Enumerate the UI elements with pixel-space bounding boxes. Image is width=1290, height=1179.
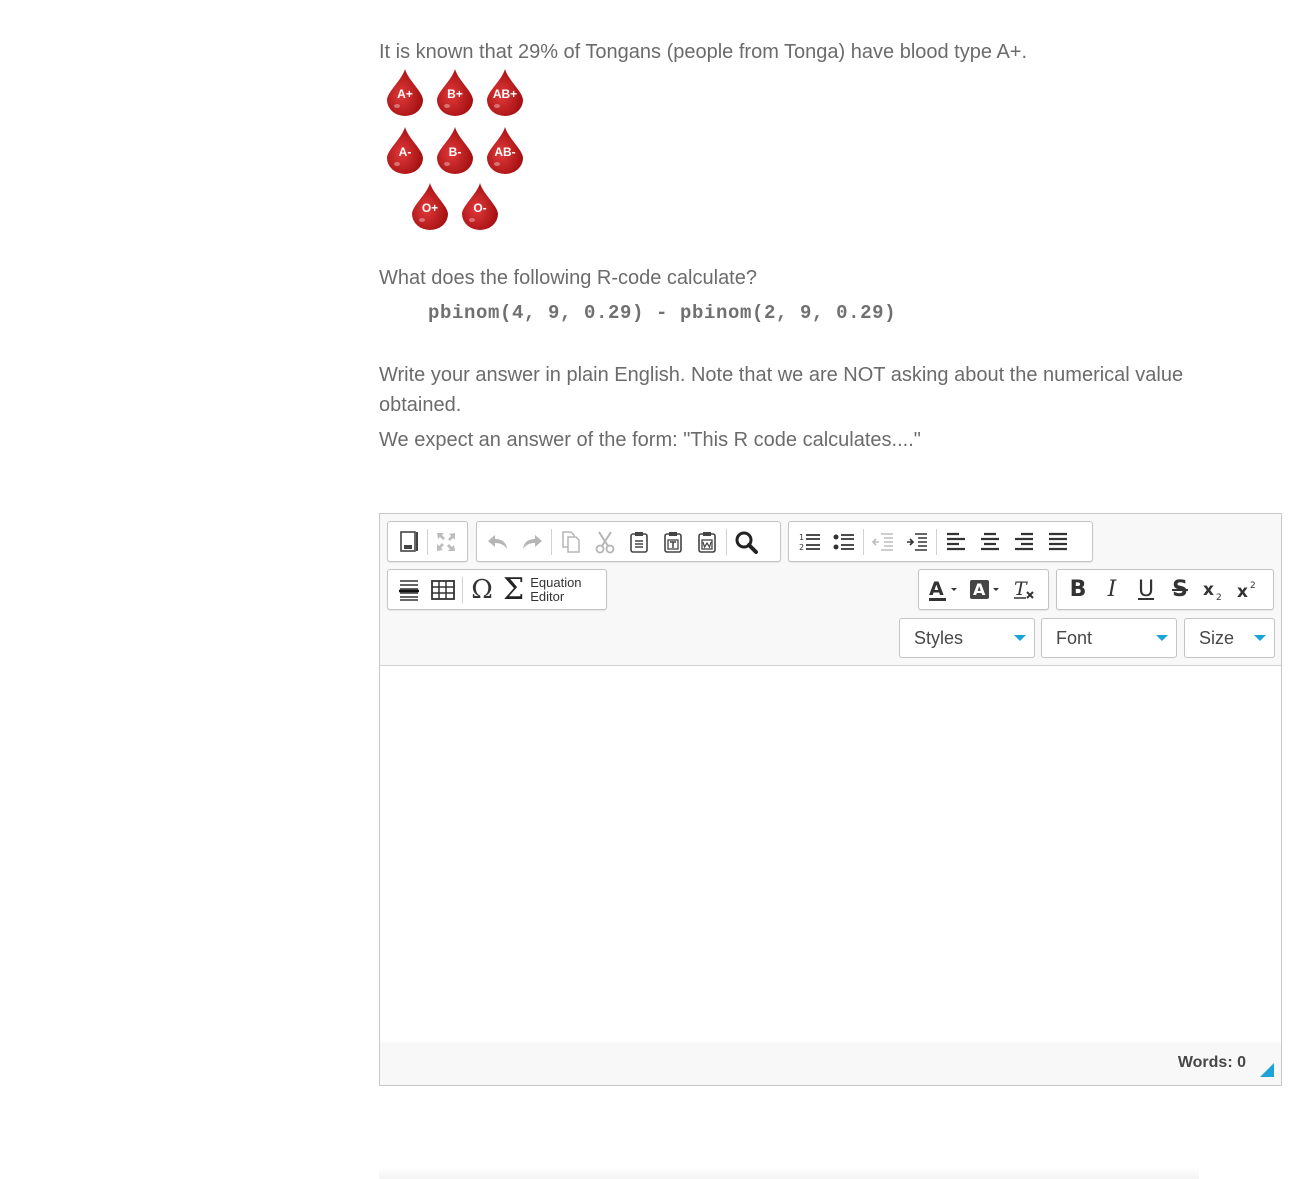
- paste-icon[interactable]: [622, 525, 656, 559]
- svg-text:A: A: [973, 580, 986, 599]
- cut-icon[interactable]: [588, 525, 622, 559]
- italic-icon[interactable]: I: [1095, 573, 1129, 607]
- editor-content-area[interactable]: [380, 666, 1281, 1043]
- indent-icon[interactable]: [900, 525, 934, 559]
- blood-drop-a-pos: A+: [385, 68, 425, 116]
- copy-icon[interactable]: [554, 525, 588, 559]
- align-center-icon[interactable]: [973, 525, 1007, 559]
- paste-text-icon[interactable]: [656, 525, 690, 559]
- drop-label: O-: [473, 201, 487, 215]
- toolbar-group-paragraph: 12: [788, 521, 1093, 562]
- text-color-icon[interactable]: A: [923, 573, 965, 607]
- superscript-icon[interactable]: x2: [1231, 573, 1265, 607]
- paste-word-icon[interactable]: [690, 525, 724, 559]
- subscript-icon[interactable]: x2: [1197, 573, 1231, 607]
- align-right-icon[interactable]: [1007, 525, 1041, 559]
- numbered-list-icon[interactable]: 12: [793, 525, 827, 559]
- styles-dropdown-label: Styles: [914, 627, 964, 648]
- blood-type-drops: A+ B+ AB+ A- B- AB- O+ O-: [379, 68, 1199, 238]
- drop-label: B-: [448, 145, 462, 159]
- table-icon[interactable]: [426, 573, 460, 607]
- sigma-icon: Σ: [503, 571, 525, 607]
- align-left-icon[interactable]: [939, 525, 973, 559]
- equation-editor-label: Equation Editor: [530, 574, 582, 604]
- toolbar-group-clipboard: [476, 521, 781, 562]
- question-intro: It is known that 29% of Tongans (people …: [379, 41, 1028, 63]
- svg-text:x: x: [1203, 580, 1214, 600]
- toolbar-group-document: [387, 521, 468, 562]
- question-instruction: Write your answer in plain English. Note…: [379, 364, 1184, 416]
- toolbar-group-basicstyles: B I U S x2 x2: [1056, 569, 1274, 610]
- font-dropdown[interactable]: Font: [1041, 618, 1177, 658]
- question-panel: It is known that 29% of Tongans (people …: [379, 38, 1199, 454]
- equation-editor-button[interactable]: Σ Equation Editor: [499, 571, 590, 607]
- word-count: Words: 0: [1177, 1054, 1246, 1071]
- drop-label: AB+: [492, 87, 518, 101]
- strikethrough-icon[interactable]: S: [1163, 573, 1197, 607]
- drop-label: O+: [421, 201, 439, 215]
- styles-dropdown[interactable]: Styles: [899, 618, 1035, 658]
- justify-icon[interactable]: [1041, 525, 1075, 559]
- chevron-down-icon: [1254, 635, 1266, 641]
- chevron-down-icon: [1014, 635, 1026, 641]
- horizontal-rule-icon[interactable]: [392, 573, 426, 607]
- underline-icon[interactable]: U: [1129, 573, 1163, 607]
- svg-text:T: T: [1014, 578, 1028, 600]
- undo-icon[interactable]: [481, 525, 515, 559]
- rich-text-editor: 12 Ω Σ Equation Editor A A T B I U S x 2…: [379, 513, 1282, 1086]
- redo-icon[interactable]: [515, 525, 549, 559]
- toolbar-group-insert: Ω Σ Equation Editor: [387, 569, 607, 610]
- next-section-edge: [379, 1168, 1199, 1179]
- source-icon[interactable]: [392, 525, 425, 559]
- blood-drop-ab-pos: AB+: [485, 68, 525, 116]
- svg-text:2: 2: [1216, 593, 1222, 602]
- r-code: pbinom(4, 9, 0.29) - pbinom(2, 9, 0.29): [428, 302, 897, 324]
- remove-format-icon[interactable]: T: [1007, 573, 1041, 607]
- chevron-down-icon: [1156, 635, 1168, 641]
- special-char-icon[interactable]: Ω: [465, 573, 499, 607]
- blood-drop-b-pos: B+: [435, 68, 475, 116]
- question-prompt: What does the following R-code calculate…: [379, 267, 757, 289]
- drop-label: AB-: [494, 145, 516, 159]
- resize-handle-icon[interactable]: [1260, 1063, 1274, 1077]
- svg-text:2: 2: [799, 543, 804, 552]
- font-dropdown-label: Font: [1056, 627, 1093, 648]
- svg-text:A: A: [929, 578, 944, 600]
- question-expected-form: We expect an answer of the form: "This R…: [379, 429, 921, 451]
- background-color-icon[interactable]: A: [965, 573, 1007, 607]
- outdent-icon[interactable]: [866, 525, 900, 559]
- drop-label: A-: [398, 145, 412, 159]
- editor-footer: Words: 0: [380, 1042, 1281, 1085]
- svg-text:x: x: [1237, 582, 1248, 602]
- size-dropdown-label: Size: [1199, 627, 1235, 648]
- editor-toolbar: 12 Ω Σ Equation Editor A A T B I U S x 2…: [380, 514, 1281, 666]
- blood-drop-b-neg: B-: [435, 126, 475, 174]
- find-icon[interactable]: [729, 525, 763, 559]
- blood-drop-o-neg: O-: [460, 182, 500, 230]
- blood-drop-ab-neg: AB-: [485, 126, 525, 174]
- maximize-icon[interactable]: [430, 525, 463, 559]
- blood-drop-a-neg: A-: [385, 126, 425, 174]
- drop-label: A+: [397, 87, 413, 101]
- svg-text:1: 1: [799, 533, 804, 542]
- blood-drop-o-pos: O+: [410, 182, 450, 230]
- size-dropdown[interactable]: Size: [1184, 618, 1275, 658]
- svg-text:2: 2: [1250, 581, 1256, 591]
- bulleted-list-icon[interactable]: [827, 525, 861, 559]
- toolbar-group-colors: A A T: [918, 569, 1049, 610]
- bold-icon[interactable]: B: [1061, 573, 1095, 607]
- drop-label: B+: [447, 87, 463, 101]
